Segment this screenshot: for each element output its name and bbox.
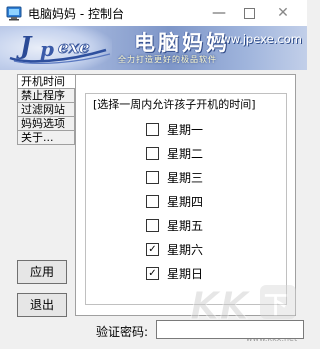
day-checkbox-tuesday[interactable]: 星期二 (146, 146, 203, 162)
day-checkbox-monday[interactable]: 星期一 (146, 122, 203, 138)
tab-about[interactable]: 关于... (17, 130, 75, 145)
checkbox-icon[interactable]: ✓ (146, 243, 159, 256)
brand-banner: J p exe 电脑妈妈 www.jpexe.com 全力打造更好的极品软件 (0, 26, 307, 70)
verify-password-label: 验证密码: (96, 325, 149, 339)
close-button[interactable]: ✕ (270, 3, 296, 23)
checkbox-icon[interactable] (146, 195, 159, 208)
exit-button[interactable]: 退出 (17, 293, 67, 317)
day-label: 星期六 (167, 243, 204, 257)
svg-text:p: p (40, 37, 54, 61)
minimize-icon: — (212, 5, 226, 21)
checkbox-icon[interactable]: ✓ (146, 267, 159, 280)
maximize-button[interactable] (236, 3, 262, 23)
verify-password-input[interactable] (156, 320, 304, 339)
svg-text:下: 下 (264, 291, 288, 319)
checkbox-icon[interactable] (146, 219, 159, 232)
day-label: 星期五 (167, 219, 204, 233)
svg-text:J: J (16, 31, 33, 60)
checkbox-icon[interactable] (146, 123, 159, 136)
svg-text:exe: exe (58, 38, 90, 58)
groupbox-title: [选择一周内允许孩子开机的时间] (92, 96, 257, 112)
tab-mom-options[interactable]: 妈妈选项 (17, 116, 75, 130)
title-bar: 电脑妈妈 - 控制台 — ✕ (0, 0, 307, 26)
brand-slogan: 全力打造更好的极品软件 (118, 55, 217, 64)
day-label: 星期三 (167, 171, 204, 185)
day-label: 星期四 (167, 195, 204, 209)
tab-filter-websites[interactable]: 过滤网站 (17, 102, 75, 116)
day-checkbox-friday[interactable]: 星期五 (146, 218, 203, 234)
tab-blocked-programs[interactable]: 禁止程序 (17, 88, 75, 102)
minimize-button[interactable]: — (206, 3, 232, 23)
brand-url: www.jpexe.com (212, 32, 302, 46)
jpexe-logo-icon: J p exe (9, 31, 111, 64)
day-checkbox-wednesday[interactable]: 星期三 (146, 170, 203, 186)
day-label: 星期二 (167, 147, 204, 161)
checkbox-icon[interactable] (146, 171, 159, 184)
window-title: 电脑妈妈 - 控制台 (28, 7, 124, 21)
side-tab-list: 开机时间 禁止程序 过滤网站 妈妈选项 关于... (17, 74, 79, 145)
day-checkbox-thursday[interactable]: 星期四 (146, 194, 203, 210)
maximize-icon (243, 7, 255, 19)
apply-button[interactable]: 应用 (17, 260, 67, 284)
tab-boot-time[interactable]: 开机时间 (17, 74, 79, 88)
checkbox-icon[interactable] (146, 147, 159, 160)
day-label: 星期一 (167, 123, 204, 137)
day-checkbox-saturday[interactable]: ✓ 星期六 (146, 242, 203, 258)
app-icon (6, 6, 22, 21)
close-icon: ✕ (277, 5, 289, 21)
